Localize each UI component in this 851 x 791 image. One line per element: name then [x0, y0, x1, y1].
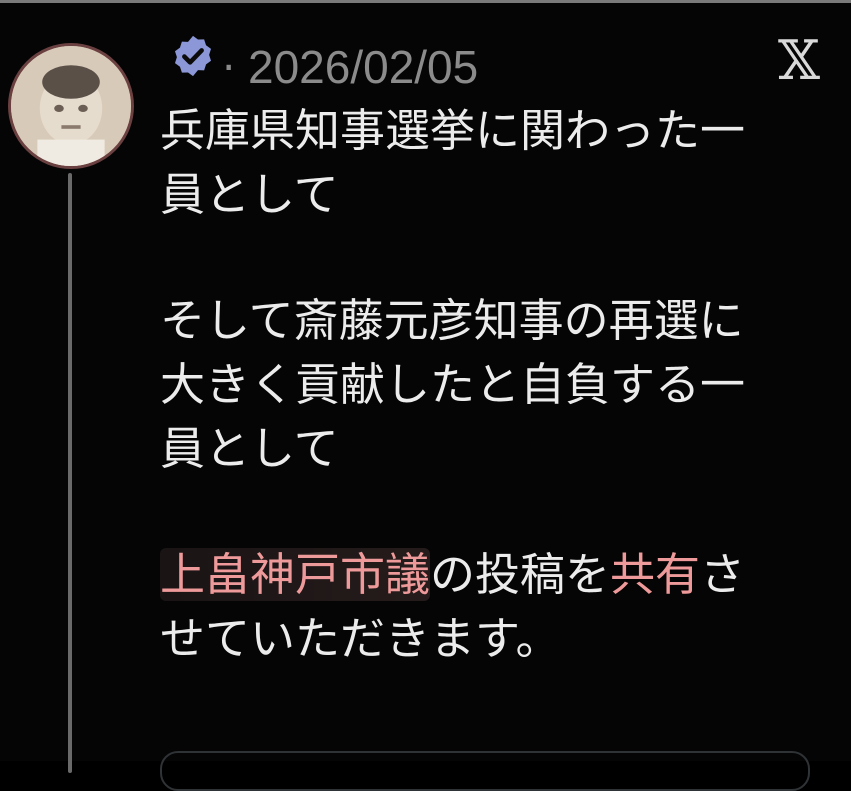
post-body: 兵庫県知事選挙に関わった一 員として そして斎藤元彦知事の再選に 大きく貢献した… — [160, 99, 840, 671]
quoted-post-card[interactable] — [160, 751, 810, 791]
text-line: そして斎藤元彦知事の再選に — [160, 294, 744, 347]
thread-line — [68, 173, 72, 773]
text-line: せていただきます。 — [160, 612, 561, 665]
avatar[interactable] — [8, 43, 134, 169]
verified-badge-icon — [174, 35, 212, 77]
text-line: 兵庫県知事選挙に関わった一 — [160, 104, 746, 157]
separator-dot: · — [222, 43, 236, 92]
highlight-name: 上畠神戸市議 — [160, 548, 431, 601]
text-line: 員として — [160, 168, 339, 221]
text-line: 大きく貢献したと自負する一 — [160, 358, 746, 411]
highlight-share: 共有 — [610, 548, 701, 601]
post-container: · 2026/02/05 𝕏 兵庫県知事選挙に関わった一 員として そして斎藤元… — [0, 0, 851, 791]
x-logo-icon[interactable]: 𝕏 — [778, 31, 820, 91]
text-fragment: の投稿を — [430, 548, 611, 601]
text-line: 員として — [160, 422, 339, 475]
avatar-image — [11, 46, 131, 166]
text-fragment: さ — [700, 548, 746, 601]
post-date[interactable]: 2026/02/05 — [248, 39, 478, 95]
text-line: 上畠神戸市議の投稿を共有さ — [160, 543, 840, 607]
